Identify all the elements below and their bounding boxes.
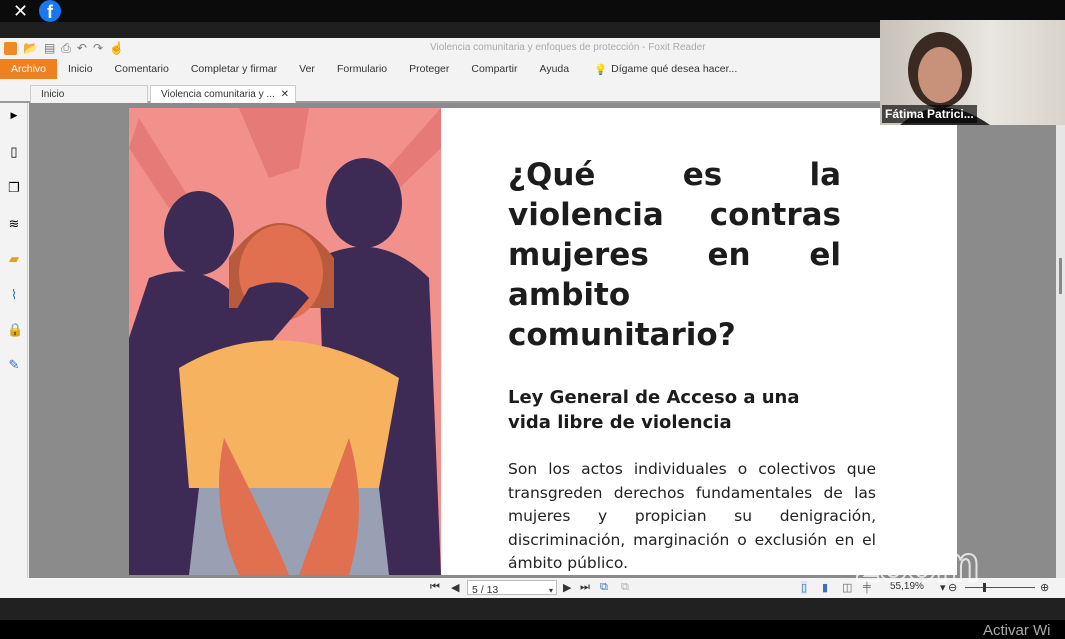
zoom-slider-thumb[interactable]	[983, 583, 986, 592]
pdf-page: ¿Qué es la violencia contras mujeres en …	[129, 108, 957, 575]
tab-document-label: Violencia comunitaria y ...	[161, 89, 275, 100]
participant-name: Fátima Patrici...	[882, 105, 977, 123]
pointing-hand-left	[129, 118, 189, 208]
pointing-hand-top	[239, 108, 309, 178]
redo-icon[interactable]: ↷	[93, 41, 103, 55]
ribbon-menu: Archivo Inicio Comentario Completar y fi…	[0, 59, 880, 79]
vertical-scrollbar[interactable]	[1056, 103, 1065, 578]
document-viewer[interactable]: ¿Qué es la violencia contras mujeres en …	[29, 103, 1056, 578]
page-icon[interactable]: ▯	[7, 145, 21, 159]
shadow-head-right	[326, 158, 402, 248]
slide-body: Son los actos individuales o colectivos …	[508, 458, 876, 575]
window-title: Violencia comunitaria y enfoques de prot…	[430, 42, 706, 53]
expand-panel-icon[interactable]: ▶	[7, 108, 21, 122]
menu-formulario[interactable]: Formulario	[326, 63, 398, 75]
facebook-icon[interactable]: f	[39, 0, 61, 22]
yellow-shirt	[179, 340, 399, 488]
menu-compartir[interactable]: Compartir	[460, 63, 528, 75]
open-icon[interactable]: 📂	[23, 41, 38, 55]
first-page-icon[interactable]: ⏮	[430, 581, 440, 594]
zoom-in-icon[interactable]: ⊕	[1040, 581, 1049, 594]
illustration	[129, 108, 441, 575]
attachment-icon[interactable]: ⌇	[7, 288, 21, 302]
menu-inicio[interactable]: Inicio	[57, 63, 104, 75]
facing-icon[interactable]: ◫	[842, 581, 852, 594]
previous-view-icon[interactable]: ⧉	[600, 581, 608, 594]
lock-icon[interactable]: 🔒	[7, 323, 21, 337]
thumbnails-icon[interactable]: ❐	[7, 181, 21, 195]
windows-activation-notice: Activar Wi	[983, 622, 1051, 639]
left-panel: ▶ ▯ ❐ ≋ ▰ ⌇ 🔒 ✎	[0, 103, 28, 578]
menu-archivo[interactable]: Archivo	[0, 59, 57, 79]
slide-text: ¿Qué es la violencia contras mujeres en …	[508, 155, 841, 575]
menu-completar-firmar[interactable]: Completar y firmar	[180, 63, 288, 75]
save-icon[interactable]: ▤	[44, 41, 55, 55]
last-page-icon[interactable]: ⏭	[580, 581, 590, 594]
menu-proteger[interactable]: Proteger	[398, 63, 460, 75]
shadow-head-left	[164, 191, 234, 275]
menu-ayuda[interactable]: Ayuda	[529, 63, 581, 75]
zoom-watermark: zoom	[855, 535, 978, 593]
close-icon[interactable]: ✕	[13, 1, 28, 22]
comments-icon[interactable]: ▰	[7, 252, 21, 266]
slide-title: ¿Qué es la violencia contras mujeres en …	[508, 155, 841, 355]
signature-icon[interactable]: ✎	[7, 358, 21, 372]
tab-document[interactable]: Violencia comunitaria y ... ✕	[150, 85, 296, 103]
layers-icon[interactable]: ≋	[7, 217, 21, 231]
skirt	[189, 488, 389, 575]
page-number-input[interactable]: 5 / 13▾	[467, 580, 557, 595]
continuous-icon[interactable]: ▮	[822, 581, 828, 594]
lightbulb-icon: 💡	[580, 63, 609, 76]
print-icon[interactable]: ⎙	[61, 41, 71, 56]
foxit-logo-icon	[4, 42, 17, 55]
single-page-icon[interactable]: ▯	[801, 581, 807, 594]
close-tab-icon[interactable]: ✕	[281, 89, 289, 100]
slide-subtitle: Ley General de Acceso a una vida libre d…	[508, 385, 841, 435]
meeting-top-bar: ✕ f	[0, 0, 1065, 22]
bottom-band	[0, 598, 1065, 620]
undo-icon[interactable]: ↶	[77, 41, 87, 55]
participant-video: Fátima Patrici...	[880, 20, 1065, 125]
tell-me-input[interactable]: Dígame qué desea hacer...	[609, 63, 748, 75]
next-page-icon[interactable]: ▶	[563, 581, 571, 594]
menu-ver[interactable]: Ver	[288, 63, 326, 75]
menu-comentario[interactable]: Comentario	[104, 63, 180, 75]
hand-tool-icon[interactable]: ☝	[109, 41, 124, 55]
tab-inicio[interactable]: Inicio	[30, 85, 148, 103]
next-view-icon[interactable]: ⧉	[621, 581, 629, 594]
prev-page-icon[interactable]: ◀	[451, 581, 459, 594]
